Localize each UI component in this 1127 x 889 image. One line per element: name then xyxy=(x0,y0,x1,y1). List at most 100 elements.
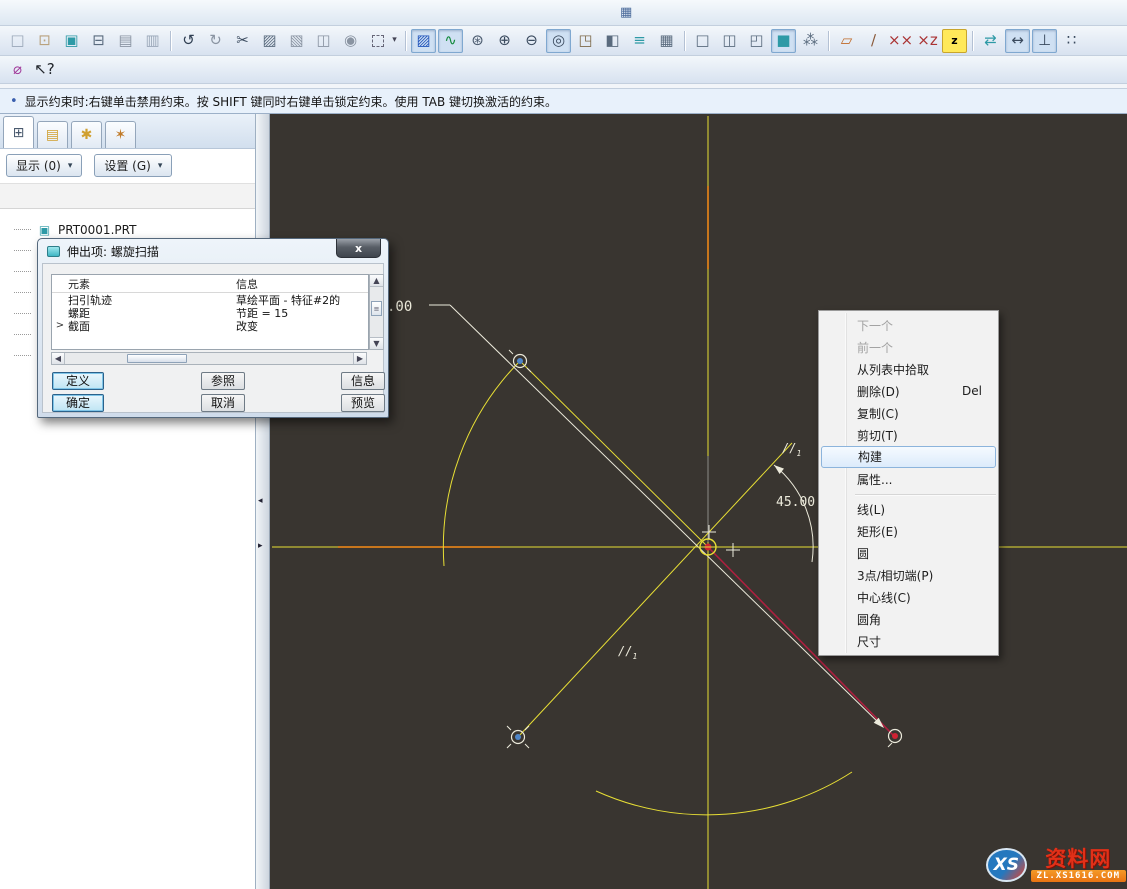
menu-window[interactable] xyxy=(186,9,206,17)
scroll-down-icon[interactable]: ▼ xyxy=(370,337,383,349)
scroll-right-icon[interactable]: ▶ xyxy=(353,353,366,364)
tab-model-tree[interactable]: ⊞ xyxy=(3,116,34,148)
print-stamp-icon[interactable]: ▤ xyxy=(113,29,138,53)
constraint-display-icon[interactable]: ⊥ xyxy=(1032,29,1057,53)
grid-display-icon[interactable]: ∷ xyxy=(1059,29,1084,53)
ctx-pick-from-list[interactable]: 从列表中拾取 xyxy=(821,358,996,380)
refs-button[interactable]: 参照 xyxy=(201,372,245,390)
saved-views-icon[interactable]: ◧ xyxy=(600,29,625,53)
cut-icon[interactable]: ✂ xyxy=(230,29,255,53)
menu-info[interactable] xyxy=(126,9,146,17)
ctx-previous[interactable]: 前一个 xyxy=(821,336,996,358)
expand-panel-icon[interactable]: ▸ xyxy=(258,541,263,551)
left-arc[interactable] xyxy=(443,361,520,566)
find-icon[interactable]: ◉ xyxy=(338,29,363,53)
ctx-next[interactable]: 下一个 xyxy=(821,314,996,336)
zoom-out-icon[interactable]: ⊖ xyxy=(519,29,544,53)
ctx-fillet[interactable]: 圆角 xyxy=(821,608,996,630)
info-button[interactable]: 信息 xyxy=(341,372,385,390)
ctx-separator[interactable] xyxy=(821,490,996,498)
ctx-construct[interactable]: 构建 xyxy=(821,446,996,468)
tab-folder-browser[interactable]: ▤ xyxy=(37,121,68,148)
email-icon[interactable]: ▥ xyxy=(140,29,165,53)
spline-points-icon[interactable]: ∿ xyxy=(438,29,463,53)
diagonal-line-upper[interactable] xyxy=(520,361,708,547)
ctx-properties[interactable]: 属性... xyxy=(821,468,996,490)
layers-icon[interactable]: ≡ xyxy=(627,29,652,53)
hidden-line-display-icon[interactable]: ◫ xyxy=(717,29,742,53)
csys-display-icon[interactable]: ×z xyxy=(915,29,940,53)
ctx-3point-tangent-end[interactable]: 3点/相切端(P) xyxy=(821,564,996,586)
preview-button[interactable]: 预览 xyxy=(341,394,385,412)
scroll-left-icon[interactable]: ◀ xyxy=(52,353,65,364)
vertex-lower-right[interactable] xyxy=(888,730,902,748)
view-manager-icon[interactable]: ▦ xyxy=(654,29,679,53)
vertical-scrollbar[interactable]: ▲ ≡ ▼ xyxy=(369,274,384,350)
settings-dropdown-button[interactable]: 设置 (G) ▾ xyxy=(94,154,172,177)
ctx-cut[interactable]: 剪切(T) xyxy=(821,424,996,446)
zoom-in-icon[interactable]: ⊕ xyxy=(492,29,517,53)
cancel-button[interactable]: 取消 xyxy=(201,394,245,412)
menu-view[interactable] xyxy=(46,9,66,17)
table-row[interactable]: > 截面 改变 xyxy=(52,319,368,332)
tab-favorites[interactable]: ✱ xyxy=(71,121,102,148)
menu-file[interactable] xyxy=(6,9,26,17)
angle-dim-text[interactable]: 45.00 xyxy=(776,495,815,510)
datum-plane-display-icon[interactable]: ▱ xyxy=(834,29,859,53)
scroll-up-icon[interactable]: ▲ xyxy=(370,275,383,287)
collapse-panel-icon[interactable]: ◂ xyxy=(258,496,263,506)
wireframe-display-icon[interactable]: □ xyxy=(690,29,715,53)
open-file-icon[interactable]: ⊡ xyxy=(32,29,57,53)
swap-view-icon[interactable]: ⇄ xyxy=(978,29,1003,53)
print-icon[interactable]: ⊟ xyxy=(86,29,111,53)
selection-filter-icon[interactable] xyxy=(365,29,390,53)
menu-extra-icon[interactable]: ▦ xyxy=(620,5,632,20)
point-display-icon[interactable]: ×× xyxy=(888,29,913,53)
menu-insert[interactable] xyxy=(66,9,86,17)
zoom-selected-icon[interactable]: ⊛ xyxy=(465,29,490,53)
ok-button[interactable]: 确定 xyxy=(52,394,104,412)
horizontal-scrollbar[interactable]: ◀ ▶ xyxy=(51,352,367,365)
ctx-line[interactable]: 线(L) xyxy=(821,498,996,520)
bottom-arc[interactable] xyxy=(596,772,852,815)
ctx-rectangle[interactable]: 矩形(E) xyxy=(821,520,996,542)
ctx-delete[interactable]: 删除(D) Del xyxy=(821,380,996,402)
copy-icon[interactable]: ▨ xyxy=(257,29,282,53)
paste-special-icon[interactable]: ◫ xyxy=(311,29,336,53)
menu-applications[interactable] xyxy=(146,9,166,17)
sketcher-display-icon[interactable]: ▨ xyxy=(411,29,436,53)
dialog-close-button[interactable]: x xyxy=(336,239,381,258)
vertical-scroll-thumb[interactable]: ≡ xyxy=(371,301,382,316)
datum-graph-icon[interactable]: ⁂ xyxy=(798,29,823,53)
vertex-lower-left[interactable] xyxy=(507,726,529,748)
define-button[interactable]: 定义 xyxy=(52,372,104,390)
horizontal-scroll-thumb[interactable] xyxy=(127,354,187,363)
reorient-icon[interactable]: ◳ xyxy=(573,29,598,53)
selection-filter-caret-icon[interactable]: ▾ xyxy=(389,29,400,53)
spin-center-icon[interactable]: z xyxy=(942,29,967,53)
shaded-display-icon[interactable]: ■ xyxy=(771,29,796,53)
menu-analysis[interactable] xyxy=(106,9,126,17)
menu-help[interactable] xyxy=(206,9,226,17)
ctx-copy[interactable]: 复制(C) xyxy=(821,402,996,424)
measure-icon[interactable]: ⌀ xyxy=(5,58,30,82)
menu-sketch[interactable] xyxy=(86,9,106,17)
undo-icon[interactable]: ↺ xyxy=(176,29,201,53)
refit-icon[interactable]: ◎ xyxy=(546,29,571,53)
ctx-dimension[interactable]: 尺寸 xyxy=(821,630,996,652)
dim-partial-text[interactable]: .00 xyxy=(387,299,412,315)
ctx-centerline[interactable]: 中心线(C) xyxy=(821,586,996,608)
redo-icon[interactable]: ↻ xyxy=(203,29,228,53)
no-hidden-display-icon[interactable]: ◰ xyxy=(744,29,769,53)
axis-display-icon[interactable]: ∕ xyxy=(861,29,886,53)
menu-edit[interactable] xyxy=(26,9,46,17)
panel-splitter[interactable]: ◂ ▸ xyxy=(256,114,270,889)
dim-display-icon[interactable]: ↔ xyxy=(1005,29,1030,53)
paste-icon[interactable]: ▧ xyxy=(284,29,309,53)
menu-tools[interactable] xyxy=(166,9,186,17)
save-icon[interactable]: ▣ xyxy=(59,29,84,53)
new-file-icon[interactable]: □ xyxy=(5,29,30,53)
tree-item-part[interactable]: ▣ PRT0001.PRT xyxy=(8,219,255,240)
context-help-icon[interactable]: ↖? xyxy=(32,58,57,82)
tab-connections[interactable]: ✶ xyxy=(105,121,136,148)
